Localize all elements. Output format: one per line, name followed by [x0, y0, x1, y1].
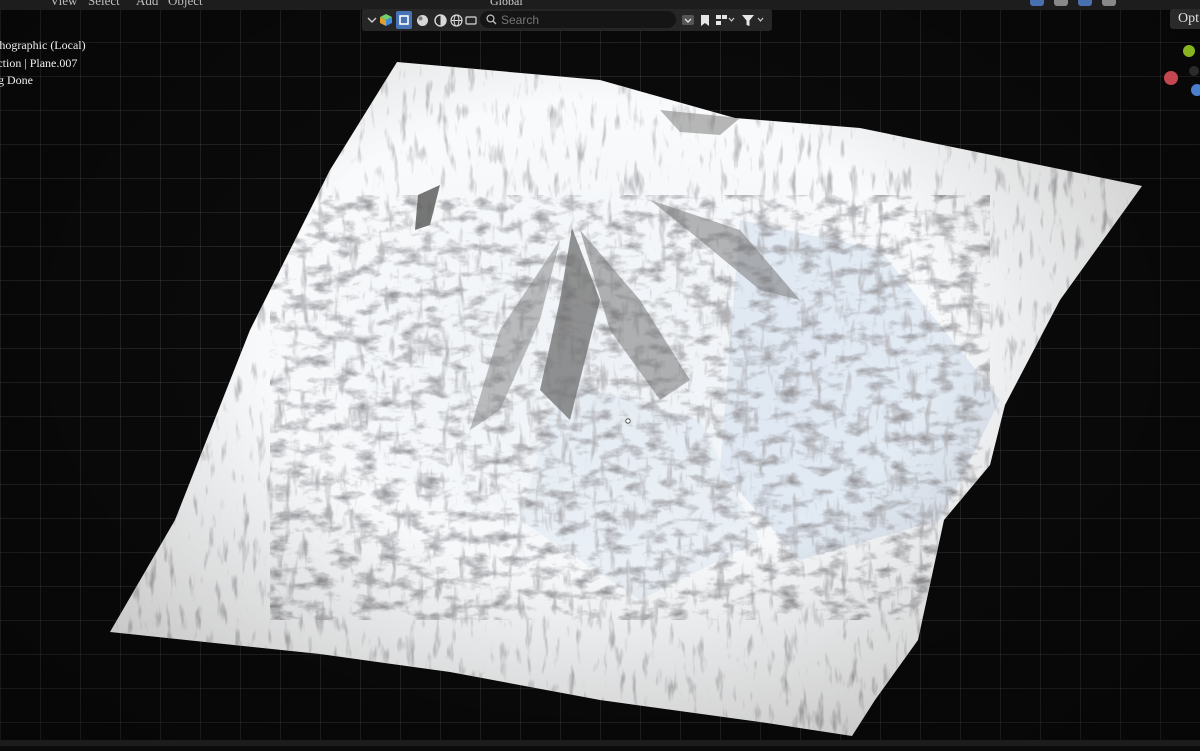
status-label: ng Done	[0, 73, 33, 87]
menu-view[interactable]: View	[50, 0, 77, 9]
shading-icon[interactable]	[1102, 0, 1116, 6]
menu-object[interactable]: Object	[168, 0, 203, 9]
search-field[interactable]	[480, 11, 676, 28]
view-name-label: rthographic (Local)	[0, 38, 86, 52]
collection-object-label: ection | Plane.007	[0, 56, 78, 70]
render-shading-icon[interactable]	[432, 11, 448, 29]
options-button[interactable]: Opt	[1170, 9, 1200, 29]
filter-icon[interactable]	[740, 11, 766, 29]
transform-orientation[interactable]: Global	[490, 0, 523, 9]
3d-viewport[interactable]	[0, 0, 1200, 746]
search-input[interactable]	[497, 12, 671, 27]
outliner-header-toolbar	[362, 9, 772, 31]
navigation-gizmo[interactable]	[1160, 40, 1200, 100]
overlay-toggle-icon[interactable]	[1078, 0, 1092, 6]
material-shading-icon[interactable]	[414, 11, 430, 29]
globe-icon[interactable]	[448, 11, 464, 29]
gizmo-center	[1189, 66, 1199, 76]
bookmark-icon[interactable]	[698, 11, 712, 29]
solid-shading-icon[interactable]	[396, 11, 412, 29]
gizmo-y-axis[interactable]	[1183, 45, 1195, 57]
visibility-icon[interactable]	[464, 11, 478, 29]
terrain-mesh[interactable]	[0, 0, 1200, 746]
menu-select[interactable]: Select	[88, 0, 120, 9]
gizmo-x-axis[interactable]	[1164, 71, 1178, 85]
bottom-status-bar	[0, 740, 1200, 746]
search-icon	[480, 14, 497, 25]
gizmo-toggle-icon[interactable]	[1054, 0, 1068, 6]
top-right-icon-strip	[1030, 0, 1116, 6]
restrict-toggle-icon[interactable]	[680, 11, 696, 29]
cube-icon[interactable]	[378, 11, 394, 29]
chevron-down-icon[interactable]	[366, 11, 378, 29]
tool-icon[interactable]	[1030, 0, 1044, 6]
menu-add[interactable]: Add	[136, 0, 158, 9]
gizmo-z-axis[interactable]	[1191, 84, 1200, 96]
display-mode-icon[interactable]	[714, 11, 736, 29]
